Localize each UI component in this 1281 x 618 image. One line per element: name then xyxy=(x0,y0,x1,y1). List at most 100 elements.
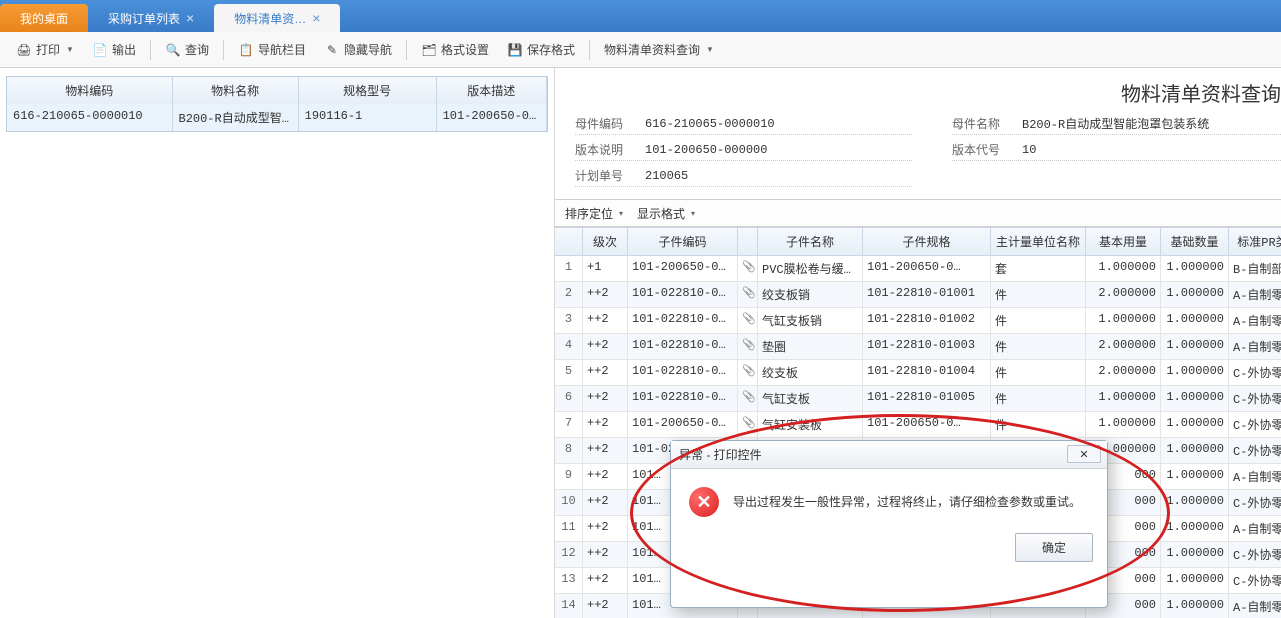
dialog-title-bar[interactable]: 异常 - 打印控件 ✕ xyxy=(671,441,1107,469)
table-row[interactable]: 6++2101-022810-0…气缸支板101-22810-01005件1.0… xyxy=(555,386,1281,412)
attachment-icon[interactable] xyxy=(742,260,756,274)
col-attach[interactable] xyxy=(738,228,758,256)
tab-bom-query[interactable]: 物料清单资… × xyxy=(214,4,340,32)
col-base-qty[interactable]: 基本用量 xyxy=(1086,228,1161,256)
col-material-code[interactable]: 物料编码 xyxy=(7,77,173,104)
col-rownum[interactable] xyxy=(555,228,583,256)
bom-query-button[interactable]: 物料清单资料查询 ▼ xyxy=(596,37,722,62)
col-child-code[interactable]: 子件编码 xyxy=(628,228,738,256)
cell: 101-022810-0… xyxy=(628,308,738,334)
cell: 1 xyxy=(555,256,583,282)
cell: 气缸支板 xyxy=(758,386,863,412)
cell: C-外协零件 xyxy=(1229,386,1281,412)
display-label: 显示格式 xyxy=(637,205,685,222)
cell: 2.000000 xyxy=(1086,334,1161,360)
print-button[interactable]: 🖨 打印 ▼ xyxy=(8,37,82,62)
cell: ++2 xyxy=(583,568,628,594)
col-material-name[interactable]: 物料名称 xyxy=(173,77,299,104)
col-level[interactable]: 级次 xyxy=(583,228,628,256)
table-row[interactable]: 3++2101-022810-0…气缸支板销101-22810-01002件1.… xyxy=(555,308,1281,334)
cell: 8 xyxy=(555,438,583,464)
tab-po-list[interactable]: 采购订单列表 × xyxy=(88,4,214,32)
cell: 1.000000 xyxy=(1161,360,1229,386)
cell: 616-210065-0000010 xyxy=(7,104,173,131)
col-spec[interactable]: 规格型号 xyxy=(299,77,437,104)
dialog-close-button[interactable]: ✕ xyxy=(1067,445,1101,463)
tab-desktop[interactable]: 我的桌面 xyxy=(0,4,88,32)
cell: 2.000000 xyxy=(1086,282,1161,308)
chevron-down-icon: ▼ xyxy=(706,45,714,54)
cell: 101-022810-0… xyxy=(628,386,738,412)
table-row[interactable]: 7++2101-200650-0…气缸安装板101-200650-0…件1.00… xyxy=(555,412,1281,438)
query-label: 查询 xyxy=(185,41,209,58)
attachment-icon[interactable] xyxy=(742,338,756,352)
separator xyxy=(150,40,151,60)
col-version-desc[interactable]: 版本描述 xyxy=(437,77,547,104)
cell: B200-R自动成型智能… xyxy=(173,104,299,131)
table-row[interactable]: 1+1101-200650-0…PVC膜松卷与缓…101-200650-0…套1… xyxy=(555,256,1281,282)
query-button[interactable]: 🔍 查询 xyxy=(157,37,217,62)
cell: ++2 xyxy=(583,516,628,542)
output-button[interactable]: 📄 输出 xyxy=(84,37,144,62)
cell xyxy=(738,386,758,412)
cell: C-外协零件 xyxy=(1229,568,1281,594)
display-format-button[interactable]: 显示格式 ▾ xyxy=(637,205,695,222)
cell: B-自制部件 xyxy=(1229,256,1281,282)
printer-icon: 🖨 xyxy=(16,42,32,58)
attachment-icon[interactable] xyxy=(742,364,756,378)
left-grid-header: 物料编码 物料名称 规格型号 版本描述 xyxy=(7,77,547,104)
close-icon[interactable]: × xyxy=(186,10,194,26)
field-value: B200-R自动成型智能泡罩包装系统 xyxy=(1022,115,1209,132)
attachment-icon[interactable] xyxy=(742,416,756,430)
cell: 1.000000 xyxy=(1086,308,1161,334)
cell: 11 xyxy=(555,516,583,542)
close-icon[interactable]: × xyxy=(312,10,320,26)
field-value: 101-200650-000000 xyxy=(645,143,767,157)
cell: 1.000000 xyxy=(1161,594,1229,618)
cell: 10 xyxy=(555,490,583,516)
col-uom[interactable]: 主计量单位名称 xyxy=(991,228,1086,256)
dialog-title: 异常 - 打印控件 xyxy=(679,446,762,463)
save-format-label: 保存格式 xyxy=(527,41,575,58)
fields: 母件编码 616-210065-0000010 母件名称 B200-R自动成型智… xyxy=(555,113,1281,195)
cell: PVC膜松卷与缓… xyxy=(758,256,863,282)
separator xyxy=(406,40,407,60)
save-format-button[interactable]: 💾 保存格式 xyxy=(499,37,583,62)
cell: ++2 xyxy=(583,282,628,308)
format-button[interactable]: 🗂 格式设置 xyxy=(413,37,497,62)
attachment-icon[interactable] xyxy=(742,312,756,326)
col-child-name[interactable]: 子件名称 xyxy=(758,228,863,256)
navbar-button[interactable]: 📋 导航栏目 xyxy=(230,37,314,62)
sort-button[interactable]: 排序定位 ▾ xyxy=(565,205,623,222)
cell: ++2 xyxy=(583,464,628,490)
output-label: 输出 xyxy=(112,41,136,58)
cell: 101-200650-0… xyxy=(863,412,991,438)
table-row[interactable]: 2++2101-022810-0…绞支板销101-22810-01001件2.0… xyxy=(555,282,1281,308)
cell: 件 xyxy=(991,412,1086,438)
col-basis-qty[interactable]: 基础数量 xyxy=(1161,228,1229,256)
col-child-spec[interactable]: 子件规格 xyxy=(863,228,991,256)
cell: A-自制零件 xyxy=(1229,282,1281,308)
cell: 1.000000 xyxy=(1161,334,1229,360)
table-row[interactable]: 4++2101-022810-0…垫圈101-22810-01003件2.000… xyxy=(555,334,1281,360)
attachment-icon[interactable] xyxy=(742,286,756,300)
navbar-label: 导航栏目 xyxy=(258,41,306,58)
col-pr-type[interactable]: 标准PR类型 xyxy=(1229,228,1281,256)
ok-button[interactable]: 确定 xyxy=(1015,533,1093,562)
cell: ++2 xyxy=(583,360,628,386)
cell: 5 xyxy=(555,360,583,386)
cell: 1.000000 xyxy=(1161,256,1229,282)
cell xyxy=(738,334,758,360)
cell: 9 xyxy=(555,464,583,490)
cell: 101-22810-01002 xyxy=(863,308,991,334)
field-label: 版本代号 xyxy=(952,141,1012,158)
tabs-bar: 我的桌面 采购订单列表 × 物料清单资… × xyxy=(0,0,1281,32)
page-title: 物料清单资料查询 xyxy=(555,68,1281,113)
cell: C-外协零件 xyxy=(1229,438,1281,464)
attachment-icon[interactable] xyxy=(742,390,756,404)
hide-nav-button[interactable]: ✎ 隐藏导航 xyxy=(316,37,400,62)
table-row[interactable]: 5++2101-022810-0…绞支板101-22810-01004件2.00… xyxy=(555,360,1281,386)
right-grid-header: 级次 子件编码 子件名称 子件规格 主计量单位名称 基本用量 基础数量 标准PR… xyxy=(555,228,1281,256)
left-grid-row[interactable]: 616-210065-0000010 B200-R自动成型智能… 190116-… xyxy=(7,104,547,131)
sort-label: 排序定位 xyxy=(565,205,613,222)
